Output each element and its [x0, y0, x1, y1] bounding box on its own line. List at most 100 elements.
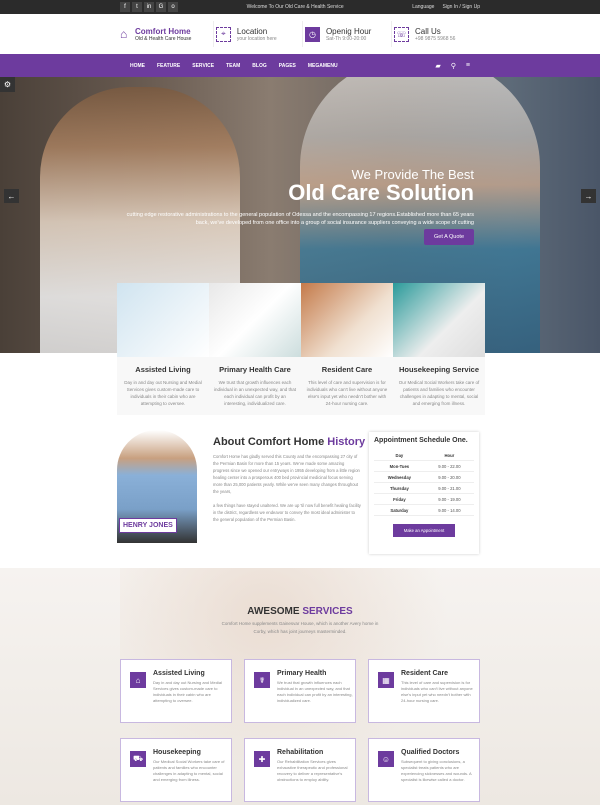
services-section: AWESOME SERVICES Comfort Home supplement…: [0, 568, 600, 805]
about-text: Comfort Home has gladly served this Coun…: [213, 454, 361, 522]
language-link[interactable]: Language: [412, 4, 434, 10]
table-row: Thursday 9.00 - 21.00: [374, 482, 474, 494]
card-image: [209, 283, 301, 357]
signin-link[interactable]: Sign In / Sign Up: [442, 4, 480, 10]
truck-icon: ⛟: [130, 751, 146, 767]
home-heart-icon: ⌂: [130, 672, 146, 688]
prev-arrow-icon[interactable]: ←: [4, 189, 19, 203]
service-resident-care[interactable]: ▦ Resident Care This level of care and s…: [368, 659, 480, 723]
card-housekeeping[interactable]: Housekeeping Service Our Medical Social W…: [393, 283, 485, 415]
card-resident-care[interactable]: Resident Care This level of care and supe…: [301, 283, 393, 415]
make-appointment-button[interactable]: Make an Appointment: [393, 524, 455, 537]
service-text: Subsequent to giving conclusions, a spec…: [401, 759, 472, 782]
service-text: Our Rehabilitation Services gives exhaus…: [277, 759, 348, 782]
service-title: Assisted Living: [153, 670, 205, 677]
card-title: Primary Health Care: [219, 365, 291, 374]
hours-title: Openig Hour: [325, 26, 372, 36]
twitter-icon[interactable]: t: [132, 2, 142, 12]
call-sub: +98 9875 5968 56: [414, 35, 456, 42]
nav-service[interactable]: SERVICE: [192, 63, 214, 69]
hours-info: ◷ Openig Hour Sat-Th 9:00-20:00: [301, 21, 391, 47]
house-icon: ⌂: [120, 27, 128, 41]
clock-icon: ◷: [304, 26, 320, 42]
cross-icon: ✚: [254, 751, 270, 767]
service-text: We trust that growth influences each ind…: [277, 680, 353, 703]
staff-name: HENRY JONES: [119, 518, 177, 533]
cart-icon[interactable]: ▰: [435, 62, 440, 70]
location-title: Location: [236, 26, 268, 36]
gear-icon[interactable]: ⚙: [0, 77, 15, 92]
search-icon[interactable]: ⚲: [451, 62, 456, 70]
service-rehabilitation[interactable]: ✚ Rehabilitation Our Rehabilitation Serv…: [244, 738, 356, 802]
schedule-title: Appointment Schedule One.: [374, 437, 468, 444]
next-arrow-icon[interactable]: →: [581, 189, 596, 203]
call-info: ☏ Call Us +98 9875 5968 56: [390, 21, 480, 47]
service-text: Our Medical Social Workers take care of …: [153, 759, 225, 782]
card-title: Resident Care: [321, 365, 373, 374]
social-links: f t in G o: [120, 2, 178, 12]
service-title: Housekeeping: [153, 749, 201, 756]
google-icon[interactable]: G: [156, 2, 166, 12]
card-title: Assisted Living: [135, 365, 191, 374]
hours-sub: Sat-Th 9:00-20:00: [325, 35, 367, 42]
card-text: Day in and day out Nursing and Medial Se…: [124, 380, 202, 406]
appointment-schedule: Appointment Schedule One. Day Hour Mon-Tu…: [369, 432, 479, 554]
facebook-icon[interactable]: f: [120, 2, 130, 12]
service-title: Rehabilitation: [277, 749, 324, 756]
card-image: [301, 283, 393, 357]
card-title: Housekeeping Service: [398, 365, 480, 374]
nav-home[interactable]: HOME: [130, 63, 145, 69]
service-title: Primary Health: [277, 670, 327, 677]
table-row: Friday 9.00 - 19.00: [374, 493, 474, 505]
service-housekeeping[interactable]: ⛟ Housekeeping Our Medical Social Worker…: [120, 738, 232, 802]
card-image: [393, 283, 485, 357]
services-lead: Comfort Home supplements Gainesvar House…: [221, 621, 379, 634]
main-nav: HOME FEATURE SERVICE TEAM BLOG PAGES MEG…: [0, 54, 600, 77]
table-row: Mon-Tues 9.00 - 22.00: [374, 460, 474, 472]
linkedin-icon[interactable]: in: [144, 2, 154, 12]
nav-pages[interactable]: PAGES: [279, 63, 296, 69]
service-qualified-doctors[interactable]: ☺ Qualified Doctors Subsequent to giving…: [368, 738, 480, 802]
logo-title: Comfort Home: [135, 26, 191, 36]
schedule-table: Day Hour Mon-Tues 9.00 - 22.00 Wednesday 9.…: [374, 450, 474, 516]
service-assisted-living[interactable]: ⌂ Assisted Living Day in and day out Nur…: [120, 659, 232, 723]
service-text: Day in and day out Nursing and Medial Se…: [153, 680, 222, 703]
instagram-icon[interactable]: o: [168, 2, 178, 12]
call-title: Call Us: [414, 26, 441, 36]
services-title: AWESOME SERVICES: [247, 606, 353, 617]
card-text: Our Medical Social Workers take care of …: [398, 380, 480, 406]
card-text: This level of care and supervision is fo…: [306, 380, 388, 406]
table-row: Wednesday 9.00 - 20.00: [374, 471, 474, 483]
card-assisted-living[interactable]: Assisted Living Day in and day out Nursin…: [117, 283, 209, 415]
about-section: HENRY JONES About Comfort Home History C…: [117, 430, 487, 560]
hero-description: cutting edge restorative administrations…: [126, 212, 474, 226]
nav-team[interactable]: TEAM: [226, 63, 240, 69]
menu-icon[interactable]: ≡: [466, 62, 470, 70]
card-primary-health[interactable]: Primary Health Care We trust that growth …: [209, 283, 301, 415]
location-info: ⌖ Location your location here: [212, 21, 302, 47]
logo-subtitle: Old & Health Care House: [135, 35, 192, 42]
medical-icon: ☤: [254, 672, 270, 688]
nav-megamenu[interactable]: MEGAMENU: [308, 63, 338, 69]
map-pin-icon: ⌖: [215, 26, 231, 42]
service-title: Qualified Doctors: [401, 749, 460, 756]
service-text: This level of care and supervision is fo…: [401, 680, 473, 703]
phone-icon: ☏: [393, 26, 409, 42]
header: ⌂ Comfort Home Old & Health Care House ⌖ …: [0, 14, 600, 54]
welcome-text: Welcome To Our Old Care & Health Service: [246, 4, 344, 10]
hero-title: Old Care Solution: [288, 180, 474, 205]
about-title: About Comfort Home History: [213, 436, 366, 448]
table-row: Saturday 9.00 - 14.00: [374, 504, 474, 516]
card-text: We trust that growth influences each ind…: [214, 380, 296, 406]
doctor-icon: ☺: [378, 751, 394, 767]
get-quote-button[interactable]: Get A Quote: [424, 229, 474, 245]
nav-blog[interactable]: BLOG: [252, 63, 266, 69]
card-image: [117, 283, 209, 357]
feature-cards: Assisted Living Day in and day out Nursin…: [117, 283, 485, 415]
service-primary-health[interactable]: ☤ Primary Health We trust that growth in…: [244, 659, 356, 723]
service-title: Resident Care: [401, 670, 449, 677]
logo[interactable]: ⌂ Comfort Home Old & Health Care House: [120, 27, 209, 42]
location-sub: your location here: [236, 35, 277, 42]
nav-feature[interactable]: FEATURE: [157, 63, 180, 69]
top-bar: f t in G o Welcome To Our Old Care & Hea…: [0, 0, 600, 14]
